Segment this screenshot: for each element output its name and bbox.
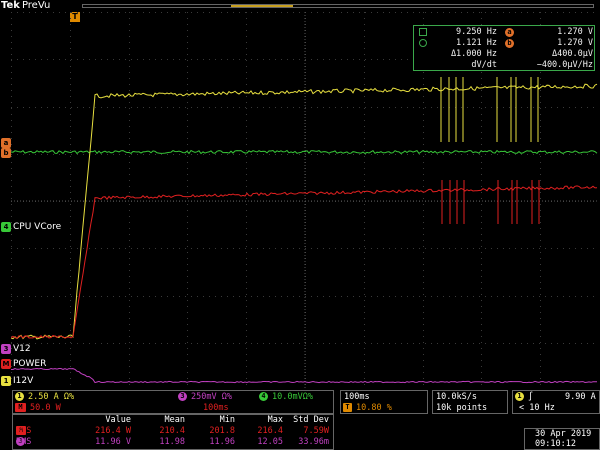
measurement-mean: 210.4 [159,426,185,436]
math-setting[interactable]: M 50.0 W 100ms [15,403,229,414]
ch4-level-marker[interactable]: 4 [1,222,11,232]
cursor-a-marker[interactable]: a [1,138,11,148]
measurement-std-dev: 33.96m [298,437,329,447]
trigger-badge: T [343,403,352,412]
trigger-setting: 1 ∫ 9.90 A [515,392,596,403]
power-trace [11,185,598,339]
brand-name: Tek [1,0,20,11]
i12v-label: I12V [13,376,34,386]
measurement-mean: 11.98 [159,437,185,447]
math-level-marker[interactable]: M [1,359,11,369]
cpu-vcore-trace [11,149,598,155]
ch4-badge: 4 [259,392,268,401]
channel-settings-box[interactable]: 1 2.50 A Ω% 3 250mV Ω% 4 10.0mVΩ% M 50.0 W 1… [12,390,334,414]
cursor-readout-panel[interactable]: 9.250 Hz a 1.270 V 1.121 Hz b 1.270 V Δ1… [413,25,595,71]
cursor-a-vertical: 1.270 V [557,27,593,37]
top-status-bar: Tek PreVu [0,0,600,12]
trigger-source-badge: 1 [515,392,524,401]
acquisition-box[interactable]: 10.0kS/s 10k points [432,390,508,414]
bottom-info-panel: 1 2.50 A Ω% 3 250mV Ω% 4 10.0mVΩ% M 50.0 W 1… [0,390,600,450]
math-time: 100ms [203,403,229,413]
measurement-std-dev: 7.59W [303,426,329,436]
ch3-scale: 250mV [191,392,217,402]
measurement-row[interactable]: 3 RMS 11.96 V 11.98 11.96 12.05 33.96m [13,437,333,448]
i12v-trace [11,83,598,340]
measurement-value: 216.4 W [95,426,131,436]
math-badge: M [15,403,26,412]
power-label: POWER [13,359,47,369]
date-time-display: 30 Apr 2019 09:10:12 [524,428,600,450]
brand-logo: Tek PreVu [1,0,50,12]
cursor-a-badge: a [505,28,514,37]
measurement-max: 216.4 [257,426,283,436]
record-view-bar[interactable] [82,4,594,8]
acquisition-mode: PreVu [21,0,51,11]
ch3-coupling: Ω% [221,392,232,402]
col-mean: Mean [164,415,185,425]
ch3-setting[interactable]: 3 250mV Ω% [178,392,232,403]
date-text: 30 Apr 2019 [535,429,592,439]
measurement-max: 12.05 [257,437,283,447]
measurement-table[interactable]: Value Mean Min Max Std Dev M RMS 216.4 W … [12,414,334,450]
col-value: Value [105,415,131,425]
ch1-badge: 1 [15,392,24,401]
ch1-setting[interactable]: 1 2.50 A Ω% [15,392,74,403]
cursor-slope-label: dV/dt [471,60,497,70]
ch1-coupling: Ω% [63,392,75,402]
measurement-row[interactable]: M RMS 216.4 W 210.4 201.8 216.4 7.59W [13,426,333,437]
v12-label: V12 [13,344,31,354]
measurement-header: Value Mean Min Max Std Dev [13,415,333,426]
ch4-coupling: Ω% [302,392,313,402]
circle-icon [419,39,427,47]
trigger-box[interactable]: 1 ∫ 9.90 A < 10 Hz [512,390,600,414]
cpu-vcore-label: CPU VCore [13,222,62,232]
record-view-window[interactable] [231,5,293,7]
measurement-name: RMS [16,426,32,436]
ch3-level-marker[interactable]: 3 [1,344,11,354]
measurement-name: RMS [16,437,32,447]
ch1-level-marker[interactable]: 1 [1,376,11,386]
trigger-level: 9.90 A [565,392,596,402]
cursor-a-horizontal: 9.250 Hz [456,27,497,37]
col-min: Min [219,415,235,425]
cursor-row-2: 1.121 Hz b 1.270 V [417,38,593,49]
cursor-b-marker[interactable]: b [1,148,11,158]
cursor-b-badge: b [505,39,514,48]
ch4-setting[interactable]: 4 10.0mVΩ% [259,392,313,403]
cursor-delta-vertical: Δ400.0μV [552,49,593,59]
rising-edge-icon: ∫ [528,392,534,402]
horizontal-position: T 10.80 % [343,403,392,414]
measurement-min: 201.8 [209,426,235,436]
square-icon [419,28,427,36]
math-scale: 50.0 W [30,403,61,413]
cursor-row-3: Δ1.000 Hz Δ400.0μV [417,49,593,60]
sample-rate: 10.0kS/s [436,392,477,402]
cursor-b-horizontal: 1.121 Hz [456,38,497,48]
horizontal-scale: 100ms [344,392,370,402]
ch3-badge: 3 [178,392,187,401]
ch4-scale: 10.0mV [272,392,303,402]
time-text: 09:10:12 [535,439,576,449]
measurement-value: 11.96 V [95,437,131,447]
record-length: 10k points [436,403,488,413]
cursor-delta-horizontal: Δ1.000 Hz [450,49,497,59]
measurement-min: 11.96 [209,437,235,447]
ch1-scale: 2.50 A [28,392,59,402]
cursor-b-vertical: 1.270 V [557,38,593,48]
v12-trace [11,367,597,384]
horizontal-settings-box[interactable]: 100ms T 10.80 % [340,390,428,414]
cursor-row-1: 9.250 Hz a 1.270 V [417,27,593,38]
col-max: Max [267,415,283,425]
trigger-filter: < 10 Hz [519,403,555,413]
cursor-row-4: dV/dt −400.0μV/Hz [417,60,593,71]
horizontal-position-value: 10.80 % [356,403,392,413]
col-std-dev: Std Dev [293,415,329,425]
cursor-slope-value: −400.0μV/Hz [536,60,593,70]
